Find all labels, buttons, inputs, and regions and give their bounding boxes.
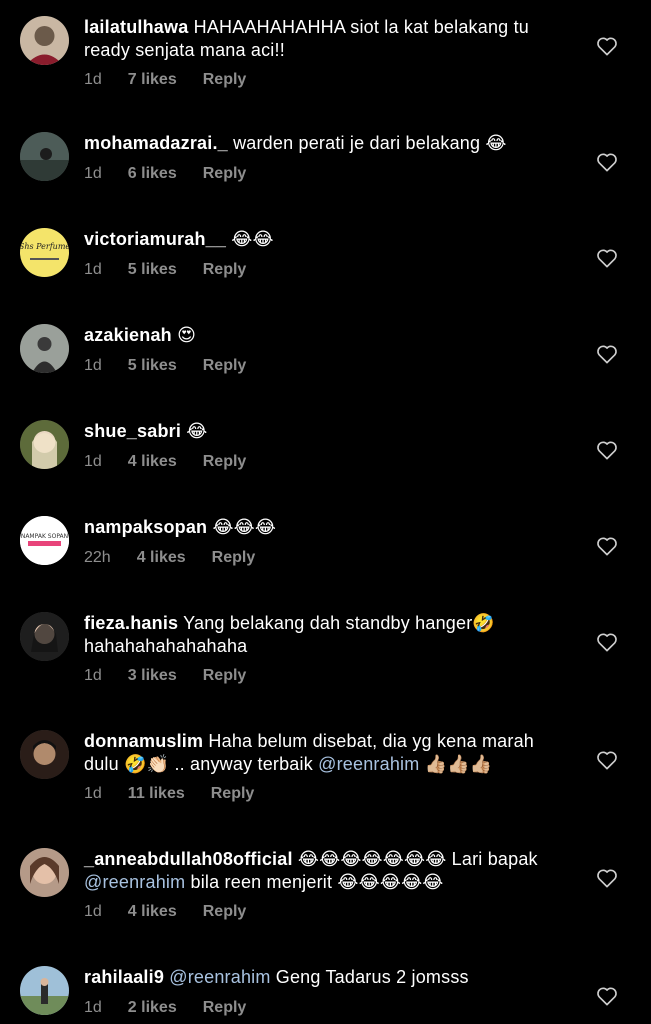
- comment-meta: 1d 4 likes Reply: [84, 903, 272, 921]
- likes-count[interactable]: 6 likes: [128, 165, 177, 183]
- likes-count[interactable]: 11 likes: [128, 785, 185, 803]
- comment-text: nampaksopan 😂😂😂: [84, 516, 559, 539]
- heart-icon[interactable]: [596, 868, 618, 888]
- reply-button[interactable]: Reply: [203, 165, 247, 183]
- timestamp: 1d: [84, 453, 102, 470]
- comment-body: 😂: [186, 421, 208, 441]
- likes-count[interactable]: 4 likes: [128, 453, 177, 471]
- comment-text: _anneabdullah08official 😂😂😂😂😂😂😂 Lari bap…: [84, 848, 559, 894]
- timestamp: 1d: [84, 667, 102, 684]
- reply-button[interactable]: Reply: [212, 549, 256, 567]
- avatar[interactable]: NAMPAK SOPAN: [20, 516, 69, 565]
- comment-body-suffix: bila reen menjerit 😂😂😂😂😂: [185, 872, 444, 892]
- reply-button[interactable]: Reply: [203, 903, 247, 921]
- heart-icon[interactable]: [596, 36, 618, 56]
- comment-meta: 1d 5 likes Reply: [84, 357, 272, 375]
- comment-text: fieza.hanis Yang belakang dah standby ha…: [84, 612, 559, 658]
- username-link[interactable]: fieza.hanis: [84, 613, 178, 633]
- comment-body: 😂😂: [231, 229, 274, 249]
- reply-button[interactable]: Reply: [203, 453, 247, 471]
- comment-meta: 1d 11 likes Reply: [84, 785, 280, 803]
- username-link[interactable]: lailatulhawa: [84, 17, 188, 37]
- comment-body: warden perati je dari belakang 😂: [233, 133, 507, 153]
- timestamp: 1d: [84, 261, 102, 278]
- likes-count[interactable]: 2 likes: [128, 999, 177, 1017]
- comment-body: 😂😂😂😂😂😂😂 Lari bapak: [297, 849, 538, 869]
- avatar[interactable]: [20, 16, 69, 65]
- comment-meta: 1d 6 likes Reply: [84, 165, 272, 183]
- timestamp: 1d: [84, 165, 102, 182]
- reply-button[interactable]: Reply: [203, 667, 247, 685]
- avatar[interactable]: [20, 324, 69, 373]
- timestamp: 1d: [84, 71, 102, 88]
- username-link[interactable]: azakienah: [84, 325, 172, 345]
- avatar[interactable]: [20, 848, 69, 897]
- comment-meta: 1d 3 likes Reply: [84, 667, 272, 685]
- likes-count[interactable]: 5 likes: [128, 357, 177, 375]
- likes-count[interactable]: 4 likes: [128, 903, 177, 921]
- likes-count[interactable]: 5 likes: [128, 261, 177, 279]
- comment-meta: 22h 4 likes Reply: [84, 549, 281, 567]
- comment-meta: 1d 4 likes Reply: [84, 453, 272, 471]
- mention-link[interactable]: @reenrahim: [169, 967, 270, 987]
- comment-meta: 1d 2 likes Reply: [84, 999, 272, 1017]
- reply-button[interactable]: Reply: [203, 71, 247, 89]
- reply-button[interactable]: Reply: [211, 785, 255, 803]
- username-link[interactable]: mohamadazrai._: [84, 133, 228, 153]
- comment-body-suffix: 👍🏼👍🏼👍🏼: [419, 754, 493, 774]
- username-link[interactable]: victoriamurah__: [84, 229, 226, 249]
- avatar[interactable]: Shs Perfume: [20, 228, 69, 277]
- reply-button[interactable]: Reply: [203, 357, 247, 375]
- heart-icon[interactable]: [596, 440, 618, 460]
- username-link[interactable]: shue_sabri: [84, 421, 181, 441]
- avatar[interactable]: [20, 132, 69, 181]
- comment-text: azakienah 😍: [84, 324, 559, 347]
- avatar[interactable]: [20, 420, 69, 469]
- comment-text: donnamuslim Haha belum disebat, dia yg k…: [84, 730, 559, 776]
- username-link[interactable]: donnamuslim: [84, 731, 203, 751]
- avatar[interactable]: [20, 966, 69, 1015]
- likes-count[interactable]: 3 likes: [128, 667, 177, 685]
- heart-icon[interactable]: [596, 986, 618, 1006]
- likes-count[interactable]: 4 likes: [137, 549, 186, 567]
- reply-button[interactable]: Reply: [203, 261, 247, 279]
- avatar[interactable]: [20, 730, 69, 779]
- username-link[interactable]: rahilaali9: [84, 967, 164, 987]
- mention-link[interactable]: @reenrahim: [84, 872, 185, 892]
- comments-list: lailatulhawa HAHAAHAHAHHA siot la kat be…: [0, 0, 651, 1024]
- mention-link[interactable]: @reenrahim: [318, 754, 419, 774]
- heart-icon[interactable]: [596, 152, 618, 172]
- comment-body: 😍: [177, 325, 197, 345]
- avatar-logo-text: Shs Perfume: [20, 242, 69, 251]
- heart-icon[interactable]: [596, 536, 618, 556]
- comment-text: rahilaali9 @reenrahim Geng Tadarus 2 jom…: [84, 966, 559, 989]
- comment-text: victoriamurah__ 😂😂: [84, 228, 559, 251]
- heart-icon[interactable]: [596, 632, 618, 652]
- heart-icon[interactable]: [596, 248, 618, 268]
- avatar-logo-text: NAMPAK SOPAN: [21, 533, 68, 540]
- reply-button[interactable]: Reply: [203, 999, 247, 1017]
- comment-body: 😂😂😂: [212, 517, 277, 537]
- comment-text: shue_sabri 😂: [84, 420, 559, 443]
- username-link[interactable]: _anneabdullah08official: [84, 849, 293, 869]
- comment-text: mohamadazrai._ warden perati je dari bel…: [84, 132, 559, 155]
- avatar[interactable]: [20, 612, 69, 661]
- timestamp: 1d: [84, 785, 102, 802]
- username-link[interactable]: nampaksopan: [84, 517, 207, 537]
- heart-icon[interactable]: [596, 344, 618, 364]
- timestamp: 1d: [84, 357, 102, 374]
- comment-body-suffix: Geng Tadarus 2 jomsss: [270, 967, 469, 987]
- comment-meta: 1d 7 likes Reply: [84, 71, 272, 89]
- comment-meta: 1d 5 likes Reply: [84, 261, 272, 279]
- timestamp: 1d: [84, 903, 102, 920]
- comment-text: lailatulhawa HAHAAHAHAHHA siot la kat be…: [84, 16, 559, 62]
- likes-count[interactable]: 7 likes: [128, 71, 177, 89]
- timestamp: 1d: [84, 999, 102, 1016]
- heart-icon[interactable]: [596, 750, 618, 770]
- timestamp: 22h: [84, 549, 111, 566]
